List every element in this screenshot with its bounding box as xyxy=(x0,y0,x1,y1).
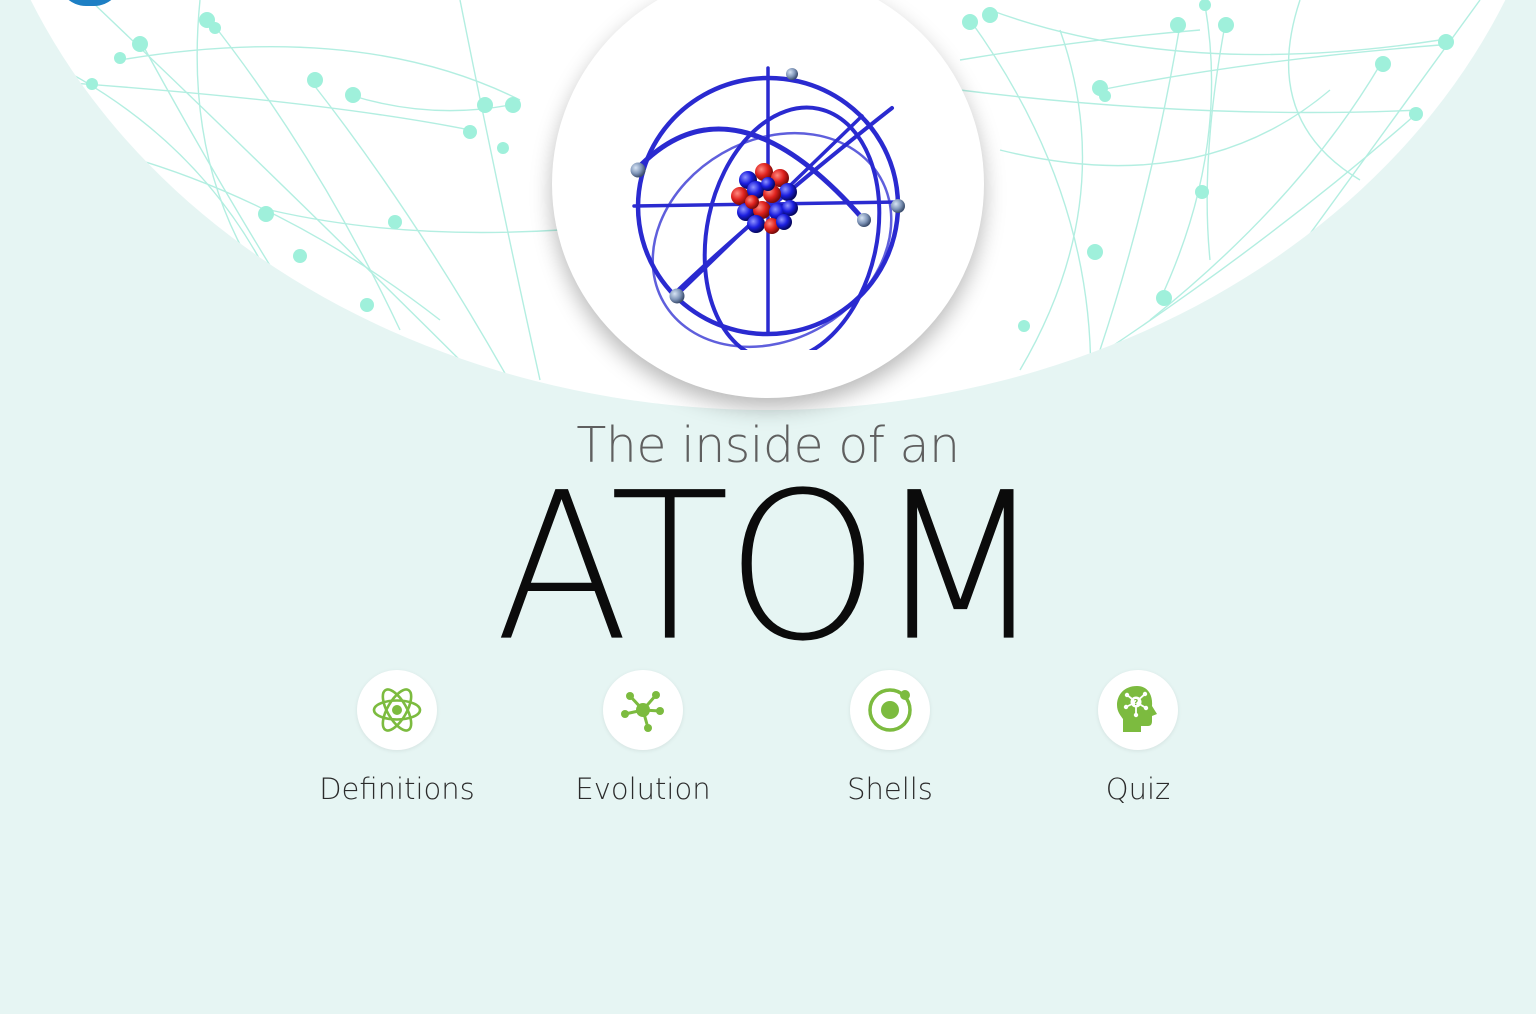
definitions-button[interactable] xyxy=(357,670,437,750)
shells-button[interactable] xyxy=(850,670,930,750)
page-title: ATOM xyxy=(495,449,1045,687)
head-question-icon: ? xyxy=(1117,686,1157,732)
nucleus xyxy=(731,163,798,234)
nav-label-evolution[interactable]: Evolution xyxy=(543,770,743,808)
main-nav: Definitions Evolution Shells ? Quiz xyxy=(0,670,1536,820)
molecule-network-icon xyxy=(621,691,664,732)
electron-shell-icon xyxy=(868,688,912,732)
nav-item-shells[interactable]: Shells xyxy=(790,670,990,820)
evolution-button[interactable] xyxy=(603,670,683,750)
nav-item-definitions[interactable]: Definitions xyxy=(297,670,497,820)
nav-item-evolution[interactable]: Evolution xyxy=(543,670,743,820)
nav-item-quiz[interactable]: ? Quiz xyxy=(1038,670,1238,820)
nav-label-quiz[interactable]: Quiz xyxy=(1038,770,1238,808)
svg-text:?: ? xyxy=(1134,698,1139,707)
quiz-button[interactable]: ? xyxy=(1098,670,1178,750)
app-screen: The inside of an ATOM Definitions Evolut… xyxy=(0,0,1536,1014)
atom-model-icon xyxy=(630,66,905,350)
nav-label-shells[interactable]: Shells xyxy=(790,770,990,808)
nav-label-definitions[interactable]: Definitions xyxy=(297,770,497,808)
atom-icon xyxy=(372,688,422,732)
